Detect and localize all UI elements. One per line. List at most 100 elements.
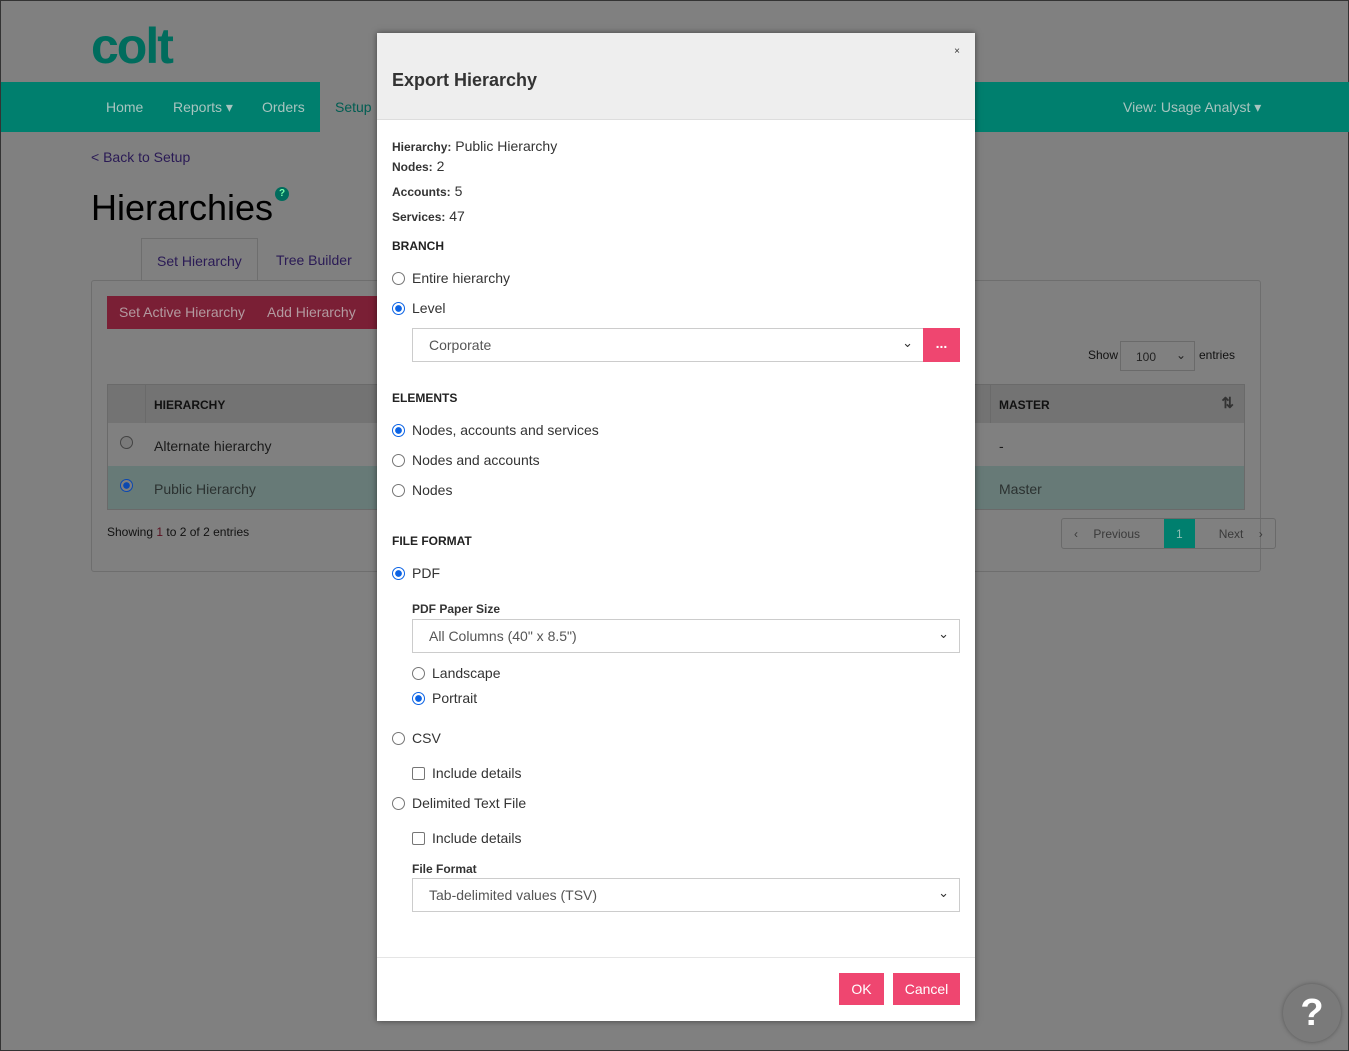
modal-footer-divider [377, 957, 975, 958]
level-browse-button[interactable]: ... [923, 328, 960, 362]
radio-landscape[interactable]: Landscape [412, 665, 501, 681]
info-label: Nodes: [392, 160, 433, 174]
checkbox-icon[interactable] [412, 831, 425, 845]
nav-reports[interactable]: Reports ▾ [173, 99, 233, 116]
row-master: Master [999, 481, 1042, 497]
radio-icon[interactable] [392, 796, 405, 810]
file-format-select[interactable]: Tab-delimited values (TSV) ⌄ [412, 878, 960, 912]
radio-icon[interactable] [392, 483, 405, 497]
option-label: Entire hierarchy [412, 270, 511, 286]
modal-title: Export Hierarchy [392, 70, 538, 90]
radio-pdf[interactable]: PDF [392, 565, 440, 581]
option-label: Include details [432, 765, 522, 781]
showing-rest: to 2 of 2 entries [163, 525, 250, 539]
radio-icon[interactable] [392, 423, 405, 437]
show-label: Show [1088, 348, 1119, 362]
sort-icon: ⇅ [1221, 395, 1234, 412]
option-label: Delimited Text File [412, 795, 527, 811]
radio-icon[interactable] [392, 453, 405, 467]
file-format-value: Tab-delimited values (TSV) [429, 887, 598, 903]
master-header-label: MASTER [999, 398, 1050, 412]
row-name: Alternate hierarchy [154, 438, 272, 454]
radio-delimited-text[interactable]: Delimited Text File [392, 795, 526, 811]
entries-label: entries [1199, 348, 1236, 362]
radio-nodes-accounts-services[interactable]: Nodes, accounts and services [392, 422, 599, 438]
previous-button[interactable]: ‹ Previous [1062, 519, 1164, 548]
nav-orders[interactable]: Orders [262, 99, 305, 115]
colt-logo[interactable]: colt [91, 17, 174, 75]
file-format-label: File Format [412, 862, 477, 876]
nav-home[interactable]: Home [106, 99, 143, 115]
cancel-button[interactable]: Cancel [893, 973, 960, 1005]
close-icon[interactable]: × [954, 46, 960, 57]
help-icon[interactable]: ? [275, 187, 289, 201]
entries-value: 100 [1136, 350, 1157, 364]
info-label: Accounts: [392, 185, 451, 199]
radio-icon[interactable] [412, 666, 425, 680]
file-format-heading: FILE FORMAT [392, 534, 472, 548]
pagination: ‹ Previous 1 Next › [1061, 518, 1276, 549]
set-active-hierarchy-button[interactable]: Set Active Hierarchy [107, 296, 258, 329]
info-accounts: Accounts: 5 [392, 183, 462, 199]
radio-icon[interactable] [392, 731, 405, 745]
paper-size-select[interactable]: All Columns (40" x 8.5") ⌄ [412, 619, 960, 653]
next-button[interactable]: Next › [1195, 519, 1275, 548]
delimited-include-details-checkbox[interactable]: Include details [412, 830, 522, 846]
entries-select[interactable]: 100 ⌄ [1120, 341, 1195, 371]
select-column-header [108, 385, 146, 423]
nav-reports-label: Reports [173, 99, 223, 115]
tab-set-hierarchy[interactable]: Set Hierarchy [141, 238, 258, 281]
checkbox-icon[interactable] [412, 766, 425, 780]
export-hierarchy-modal: Export Hierarchy × Hierarchy: Public Hie… [377, 33, 975, 1021]
info-value: 5 [454, 183, 463, 199]
tab-tree-builder[interactable]: Tree Builder [261, 238, 367, 281]
info-value: Public Hierarchy [455, 138, 558, 154]
help-button[interactable]: ? [1283, 984, 1341, 1042]
row-radio[interactable] [120, 436, 133, 449]
showing-entries-text: Showing 1 to 2 of 2 entries [107, 525, 249, 539]
page-title: Hierarchies [91, 187, 274, 228]
info-nodes: Nodes: 2 [392, 158, 444, 174]
radio-level[interactable]: Level [392, 300, 445, 316]
chevron-down-icon: ⌄ [938, 885, 949, 900]
radio-icon[interactable] [392, 566, 405, 580]
branch-heading: BRANCH [392, 239, 444, 253]
info-label: Hierarchy: [392, 140, 452, 154]
option-label: Nodes and accounts [412, 452, 540, 468]
radio-portrait[interactable]: Portrait [412, 690, 477, 706]
page-1-button[interactable]: 1 [1164, 519, 1195, 548]
radio-nodes[interactable]: Nodes [392, 482, 452, 498]
level-select[interactable]: Corporate ⌄ [412, 328, 924, 362]
nav-view-menu[interactable]: View: Usage Analyst ▾ [1123, 99, 1261, 116]
chevron-down-icon: ⌄ [938, 626, 949, 641]
ok-button[interactable]: OK [839, 973, 884, 1005]
info-value: 47 [449, 208, 465, 224]
level-value: Corporate [429, 337, 492, 353]
back-to-setup-link[interactable]: < Back to Setup [91, 149, 190, 165]
nav-view-label: View: Usage Analyst [1123, 99, 1251, 115]
column-header-master[interactable]: MASTER ⇅ [990, 385, 1244, 423]
row-master: - [999, 438, 1004, 454]
option-label: Level [412, 300, 446, 316]
radio-nodes-accounts[interactable]: Nodes and accounts [392, 452, 540, 468]
add-hierarchy-button[interactable]: Add Hierarchy [255, 296, 368, 329]
radio-csv[interactable]: CSV [392, 730, 441, 746]
radio-icon[interactable] [392, 271, 405, 285]
radio-entire-hierarchy[interactable]: Entire hierarchy [392, 270, 510, 286]
csv-include-details-checkbox[interactable]: Include details [412, 765, 522, 781]
pdf-paper-size-label: PDF Paper Size [412, 602, 501, 616]
chevron-down-icon: ⌄ [902, 335, 913, 350]
modal-header: Export Hierarchy × [377, 33, 975, 120]
next-label: Next [1218, 527, 1244, 541]
paper-size-value: All Columns (40" x 8.5") [429, 628, 577, 644]
option-label: Include details [432, 830, 522, 846]
radio-icon[interactable] [392, 301, 405, 315]
info-hierarchy: Hierarchy: Public Hierarchy [392, 138, 557, 154]
option-label: Nodes, accounts and services [412, 422, 599, 438]
option-label: CSV [412, 730, 441, 746]
row-radio[interactable] [120, 479, 133, 492]
option-label: PDF [412, 565, 440, 581]
radio-icon[interactable] [412, 691, 425, 705]
chevron-down-icon: ⌄ [1175, 348, 1186, 362]
option-label: Nodes [412, 482, 453, 498]
